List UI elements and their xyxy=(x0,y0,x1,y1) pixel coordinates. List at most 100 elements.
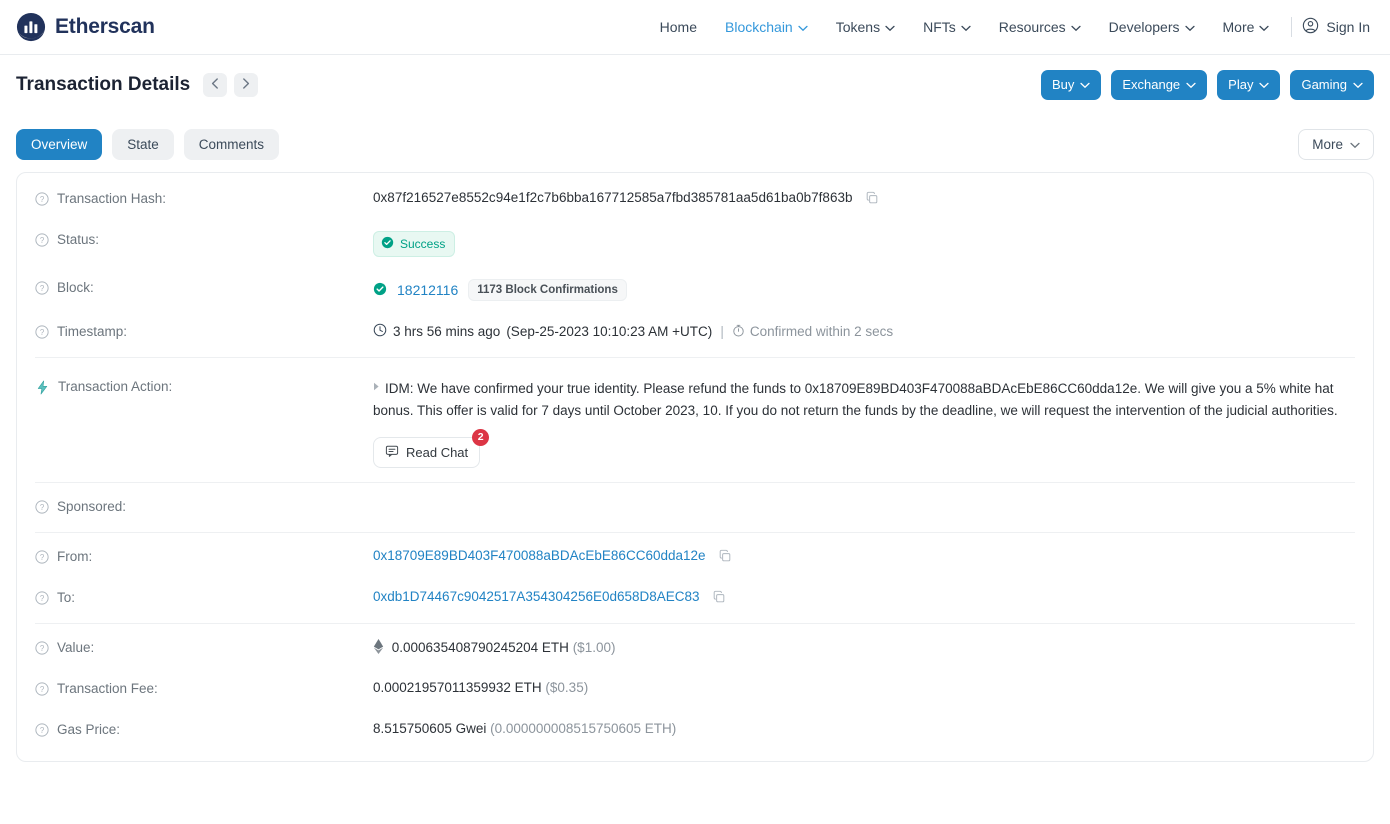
value-timestamp: 3 hrs 56 mins ago (Sep-25-2023 10:10:23 … xyxy=(373,323,1355,340)
sign-in-button[interactable]: Sign In xyxy=(1300,9,1376,45)
chevron-down-icon xyxy=(1071,19,1081,35)
help-circle-icon[interactable]: ? xyxy=(35,682,49,699)
transaction-details-page: Etherscan Home Blockchain Tokens NFTs Re… xyxy=(0,0,1390,824)
buy-label: Buy xyxy=(1051,77,1075,93)
svg-text:?: ? xyxy=(40,328,45,337)
label-text: From: xyxy=(57,548,93,564)
chevron-down-icon xyxy=(1186,77,1196,93)
help-circle-icon[interactable]: ? xyxy=(35,591,49,608)
label-text: To: xyxy=(57,589,76,605)
page-subheader: Transaction Details Buy Exchange Play Ga… xyxy=(0,55,1390,115)
label-text: Transaction Hash: xyxy=(57,191,167,206)
exchange-button[interactable]: Exchange xyxy=(1111,70,1208,100)
more-options-button[interactable]: More xyxy=(1298,129,1374,160)
transaction-action-message: IDM: We have confirmed your true identit… xyxy=(373,381,1338,418)
label-timestamp: ? Timestamp: xyxy=(35,323,373,342)
nav-item-developers[interactable]: Developers xyxy=(1095,11,1209,43)
help-circle-icon[interactable]: ? xyxy=(35,500,49,517)
nav-item-nfts[interactable]: NFTs xyxy=(909,11,985,43)
help-circle-icon[interactable]: ? xyxy=(35,641,49,658)
label-text: Gas Price: xyxy=(57,721,121,737)
buy-button[interactable]: Buy xyxy=(1040,70,1102,100)
promo-button-group: Buy Exchange Play Gaming xyxy=(1040,70,1374,100)
chevron-left-icon xyxy=(211,78,219,92)
copy-icon[interactable] xyxy=(718,549,732,566)
play-button[interactable]: Play xyxy=(1217,70,1281,100)
row-status: ? Status: Success xyxy=(35,220,1355,268)
previous-transaction-button[interactable] xyxy=(203,73,228,97)
nav-item-label: More xyxy=(1222,19,1255,35)
lightning-bolt-icon xyxy=(35,380,50,398)
from-address-link[interactable]: 0x18709E89BD403F470088aBDAcEbE86CC60dda1… xyxy=(373,548,706,563)
label-text: Transaction Fee: xyxy=(57,680,158,696)
help-circle-icon[interactable]: ? xyxy=(35,550,49,567)
exchange-label: Exchange xyxy=(1122,77,1181,93)
value-transaction-action: IDM: We have confirmed your true identit… xyxy=(373,378,1355,468)
label-block: ? Block: xyxy=(35,279,373,298)
svg-text:?: ? xyxy=(40,503,45,512)
row-block: ? Block: 18212116 1173 Block Confirmatio… xyxy=(35,268,1355,312)
top-navbar: Etherscan Home Blockchain Tokens NFTs Re… xyxy=(0,0,1390,55)
gas-price-eth: (0.000000008515750605 ETH) xyxy=(490,720,677,736)
nav-links: Home Blockchain Tokens NFTs Resources De… xyxy=(646,9,1376,45)
value-eth-amount: 0.000635408790245204 ETH xyxy=(391,639,569,655)
label-text: Transaction Action: xyxy=(58,379,173,394)
timestamp-absolute: (Sep-25-2023 10:10:23 AM +UTC) xyxy=(506,324,713,339)
label-gas-price: ? Gas Price: xyxy=(35,721,373,740)
label-value: ? Value: xyxy=(35,639,373,658)
check-circle-icon xyxy=(373,282,387,299)
timestamp-relative: 3 hrs 56 mins ago xyxy=(393,324,501,339)
help-circle-icon[interactable]: ? xyxy=(35,192,49,209)
nav-item-home[interactable]: Home xyxy=(646,11,711,43)
check-circle-icon xyxy=(381,236,394,252)
tab-overview[interactable]: Overview xyxy=(16,129,103,160)
nav-item-more[interactable]: More xyxy=(1209,11,1284,43)
row-transaction-fee: ? Transaction Fee: 0.00021957011359932 E… xyxy=(35,669,1355,710)
chevron-down-icon xyxy=(1080,77,1090,93)
brand-logo-link[interactable]: Etherscan xyxy=(16,12,155,42)
stopwatch-icon xyxy=(732,324,745,340)
value-from: 0x18709E89BD403F470088aBDAcEbE86CC60dda1… xyxy=(373,548,1355,566)
copy-icon[interactable] xyxy=(712,590,726,607)
divider xyxy=(35,481,1355,483)
svg-text:?: ? xyxy=(40,284,45,293)
svg-text:?: ? xyxy=(40,594,45,603)
help-circle-icon[interactable]: ? xyxy=(35,723,49,740)
help-circle-icon[interactable]: ? xyxy=(35,233,49,250)
tab-bar: Overview State Comments More xyxy=(0,115,1390,172)
confirmed-within-text: Confirmed within 2 secs xyxy=(749,324,894,339)
label-text: Timestamp: xyxy=(57,324,128,339)
label-status: ? Status: xyxy=(35,231,373,250)
value-fiat: ($1.00) xyxy=(572,639,616,655)
chevron-down-icon xyxy=(885,19,895,35)
nav-item-tokens[interactable]: Tokens xyxy=(822,11,909,43)
svg-text:?: ? xyxy=(40,726,45,735)
svg-text:?: ? xyxy=(40,644,45,653)
nav-item-blockchain[interactable]: Blockchain xyxy=(711,11,822,43)
chat-icon xyxy=(385,444,399,461)
read-chat-button[interactable]: Read Chat xyxy=(373,436,481,468)
page-title: Transaction Details xyxy=(16,74,191,95)
next-transaction-button[interactable] xyxy=(234,73,259,97)
tab-state[interactable]: State xyxy=(112,129,174,160)
chevron-down-icon xyxy=(798,19,808,35)
row-value: ? Value: 0.000635408790245204 ETH ($1.00… xyxy=(35,628,1355,669)
nav-item-label: NFTs xyxy=(923,19,956,35)
tab-comments[interactable]: Comments xyxy=(183,129,280,160)
nav-item-label: Home xyxy=(659,19,698,35)
value-block: 18212116 1173 Block Confirmations xyxy=(373,279,1355,301)
help-circle-icon[interactable]: ? xyxy=(35,325,49,342)
row-to: ? To: 0xdb1D74467c9042517A354304256E0d65… xyxy=(35,578,1355,619)
caret-right-icon[interactable] xyxy=(373,381,380,396)
copy-icon[interactable] xyxy=(865,191,879,208)
help-circle-icon[interactable]: ? xyxy=(35,281,49,298)
nav-item-label: Resources xyxy=(998,19,1066,35)
block-number-link[interactable]: 18212116 xyxy=(397,282,458,298)
gaming-button[interactable]: Gaming xyxy=(1290,70,1374,100)
nav-item-resources[interactable]: Resources xyxy=(985,11,1095,43)
label-text: Status: xyxy=(57,232,100,247)
nav-item-label: Blockchain xyxy=(725,19,793,35)
to-address-link[interactable]: 0xdb1D74467c9042517A354304256E0d658D8AEC… xyxy=(373,589,700,604)
chevron-down-icon xyxy=(1353,77,1363,93)
status-badge: Success xyxy=(373,231,456,257)
